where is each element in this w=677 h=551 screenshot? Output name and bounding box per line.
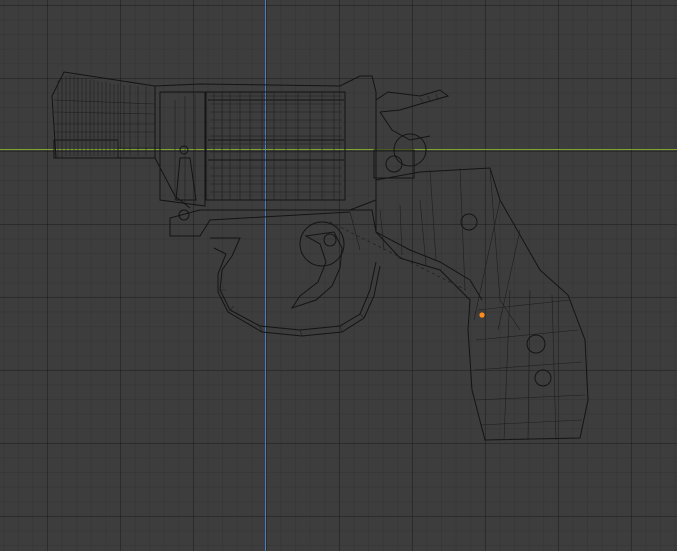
selected-vertex[interactable] — [479, 312, 485, 318]
revolver-mesh[interactable] — [0, 0, 677, 551]
grip[interactable] — [375, 167, 589, 441]
barrel[interactable] — [51, 71, 160, 159]
hammer[interactable] — [375, 89, 450, 167]
trigger-guard[interactable] — [210, 221, 467, 337]
side-plate[interactable] — [340, 149, 483, 301]
3d-viewport[interactable] — [0, 0, 677, 551]
cylinder[interactable] — [205, 91, 346, 201]
